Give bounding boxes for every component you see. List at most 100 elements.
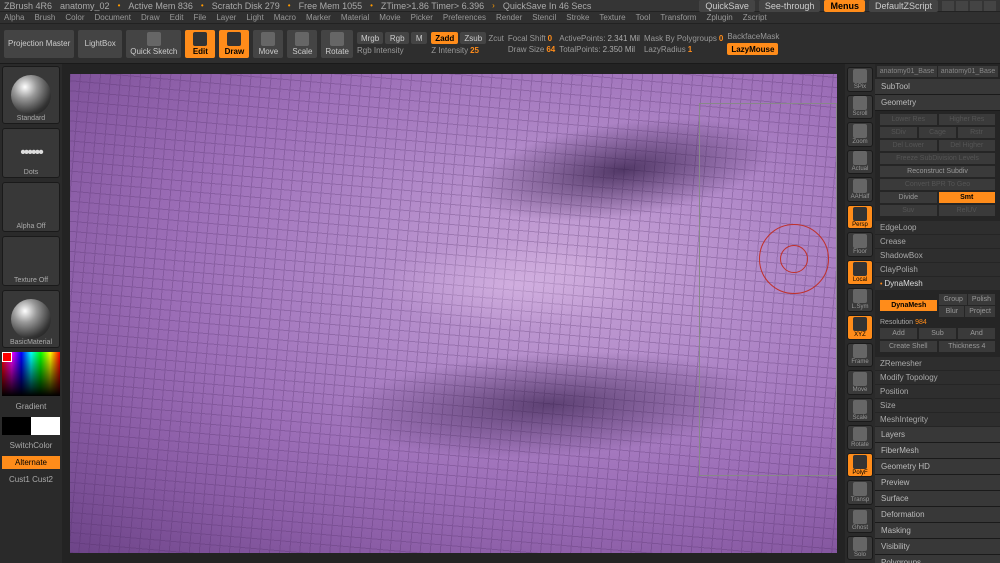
section-dynamesh[interactable]: • DynaMesh (875, 277, 1000, 291)
stroke-selector[interactable]: ••••••Dots (2, 128, 60, 178)
section-preview[interactable]: Preview (875, 475, 1000, 491)
maximize-icon[interactable] (970, 1, 982, 11)
menu-item[interactable]: Zscript (743, 13, 767, 22)
menu-item[interactable]: Brush (34, 13, 55, 22)
frame-button[interactable]: Frame (847, 343, 873, 368)
section-zremesher[interactable]: ZRemesher (875, 357, 1000, 371)
menu-item[interactable]: Picker (411, 13, 433, 22)
floor-button[interactable]: Floor (847, 232, 873, 257)
section-edgeloop[interactable]: EdgeLoop (875, 221, 1000, 235)
actual-button[interactable]: Actual (847, 150, 873, 175)
spix-button[interactable]: SPix (847, 67, 873, 92)
focalshift-slider[interactable]: Focal Shift 0 (508, 34, 555, 43)
help-icon[interactable] (942, 1, 954, 11)
resolution-slider[interactable]: Resolution 984 (880, 319, 995, 326)
move-button[interactable]: Move (253, 30, 283, 58)
menu-item[interactable]: Movie (379, 13, 400, 22)
menus-toggle[interactable]: Menus (824, 0, 865, 12)
gradient-toggle[interactable]: Gradient (2, 400, 60, 413)
menu-item[interactable]: Edit (170, 13, 184, 22)
divide-button[interactable]: Divide (880, 192, 937, 203)
section-visibility[interactable]: Visibility (875, 539, 1000, 555)
quicksketch-button[interactable]: Quick Sketch (126, 30, 181, 58)
menu-item[interactable]: Stroke (566, 13, 589, 22)
add-button[interactable]: Add (880, 328, 917, 339)
menu-item[interactable]: Tool (636, 13, 651, 22)
backface-toggle[interactable]: BackfaceMask (727, 32, 779, 41)
thickness-slider[interactable]: Thickness 4 (939, 341, 996, 352)
subtool-header[interactable]: SubTool (875, 79, 1000, 95)
menu-item[interactable]: Render (496, 13, 522, 22)
zadd-button[interactable]: Zadd (431, 32, 458, 44)
color-swatches[interactable] (2, 417, 60, 435)
color-picker[interactable] (2, 352, 60, 396)
cust-buttons[interactable]: Cust1 Cust2 (2, 473, 60, 486)
scroll-button[interactable]: Scroll (847, 95, 873, 120)
lowerres-button[interactable]: Lower Res (880, 114, 937, 125)
section-surface[interactable]: Surface (875, 491, 1000, 507)
menu-item[interactable]: Transform (660, 13, 696, 22)
menu-item[interactable]: Color (65, 13, 84, 22)
close-icon[interactable] (984, 1, 996, 11)
menu-item[interactable]: Macro (274, 13, 296, 22)
material-selector[interactable]: BasicMaterial (2, 290, 60, 348)
section-size[interactable]: Size (875, 399, 1000, 413)
zoom-button[interactable]: Zoom (847, 122, 873, 147)
draw-button[interactable]: Draw (219, 30, 249, 58)
texture-selector[interactable]: Texture Off (2, 236, 60, 286)
edit-button[interactable]: Edit (185, 30, 215, 58)
menu-item[interactable]: Zplugin (706, 13, 732, 22)
section-modifytopo[interactable]: Modify Topology (875, 371, 1000, 385)
alternate-button[interactable]: Alternate (2, 456, 60, 469)
local-button[interactable]: Local (847, 260, 873, 285)
scale-button[interactable]: Scale (287, 30, 317, 58)
transp-button[interactable]: Transp (847, 480, 873, 505)
dynamesh-button[interactable]: DynaMesh (880, 300, 937, 311)
maskpoly-slider[interactable]: Mask By Polygroups 0 (644, 34, 723, 43)
menu-item[interactable]: Layer (216, 13, 236, 22)
menu-item[interactable]: Texture (599, 13, 625, 22)
menu-item[interactable]: Preferences (443, 13, 486, 22)
drawsize-slider[interactable]: Draw Size 64 (508, 45, 555, 54)
lazymouse-button[interactable]: LazyMouse (727, 43, 778, 55)
mrgb-button[interactable]: Mrgb (357, 32, 383, 44)
menu-item[interactable]: Draw (141, 13, 160, 22)
viewport-canvas[interactable] (62, 64, 845, 563)
higherres-button[interactable]: Higher Res (939, 114, 996, 125)
zsub-button[interactable]: Zsub (460, 32, 486, 44)
reconstruct-button[interactable]: Reconstruct Subdiv (880, 166, 995, 177)
lsym-button[interactable]: L.Sym (847, 288, 873, 313)
and-button[interactable]: And (958, 328, 995, 339)
sub-button[interactable]: Sub (919, 328, 956, 339)
lightbox-button[interactable]: LightBox (78, 30, 122, 58)
section-meshintegrity[interactable]: MeshIntegrity (875, 413, 1000, 427)
rotate2-button[interactable]: Rotate (847, 425, 873, 450)
menu-item[interactable]: File (193, 13, 206, 22)
menu-item[interactable]: Light (246, 13, 263, 22)
section-claypolish[interactable]: ClayPolish (875, 263, 1000, 277)
persp-button[interactable]: Persp (847, 205, 873, 230)
section-fibermesh[interactable]: FiberMesh (875, 443, 1000, 459)
ghost-button[interactable]: Ghost (847, 508, 873, 533)
polyf-button[interactable]: PolyF (847, 453, 873, 478)
subtool-tab[interactable]: anatomy01_Base (938, 66, 998, 77)
menu-item[interactable]: Material (341, 13, 369, 22)
menu-item[interactable]: Stencil (532, 13, 556, 22)
section-masking[interactable]: Masking (875, 523, 1000, 539)
rotate-button[interactable]: Rotate (321, 30, 353, 58)
seethrough-slider[interactable]: See-through (759, 0, 821, 12)
menu-item[interactable]: Document (95, 13, 131, 22)
smt-toggle[interactable]: Smt (939, 192, 996, 203)
zintensity-slider[interactable]: Z Intensity 25 (431, 46, 504, 55)
swatch-black[interactable] (2, 417, 31, 435)
section-geometryhd[interactable]: Geometry HD (875, 459, 1000, 475)
geometry-header[interactable]: Geometry (875, 95, 1000, 111)
minimize-icon[interactable] (956, 1, 968, 11)
swatch-white[interactable] (31, 417, 60, 435)
switchcolor-button[interactable]: SwitchColor (2, 439, 60, 452)
section-shadowbox[interactable]: ShadowBox (875, 249, 1000, 263)
solo-button[interactable]: Solo (847, 536, 873, 561)
alpha-selector[interactable]: Alpha Off (2, 182, 60, 232)
zscript-button[interactable]: DefaultZScript (869, 0, 938, 12)
menu-item[interactable]: Marker (306, 13, 331, 22)
